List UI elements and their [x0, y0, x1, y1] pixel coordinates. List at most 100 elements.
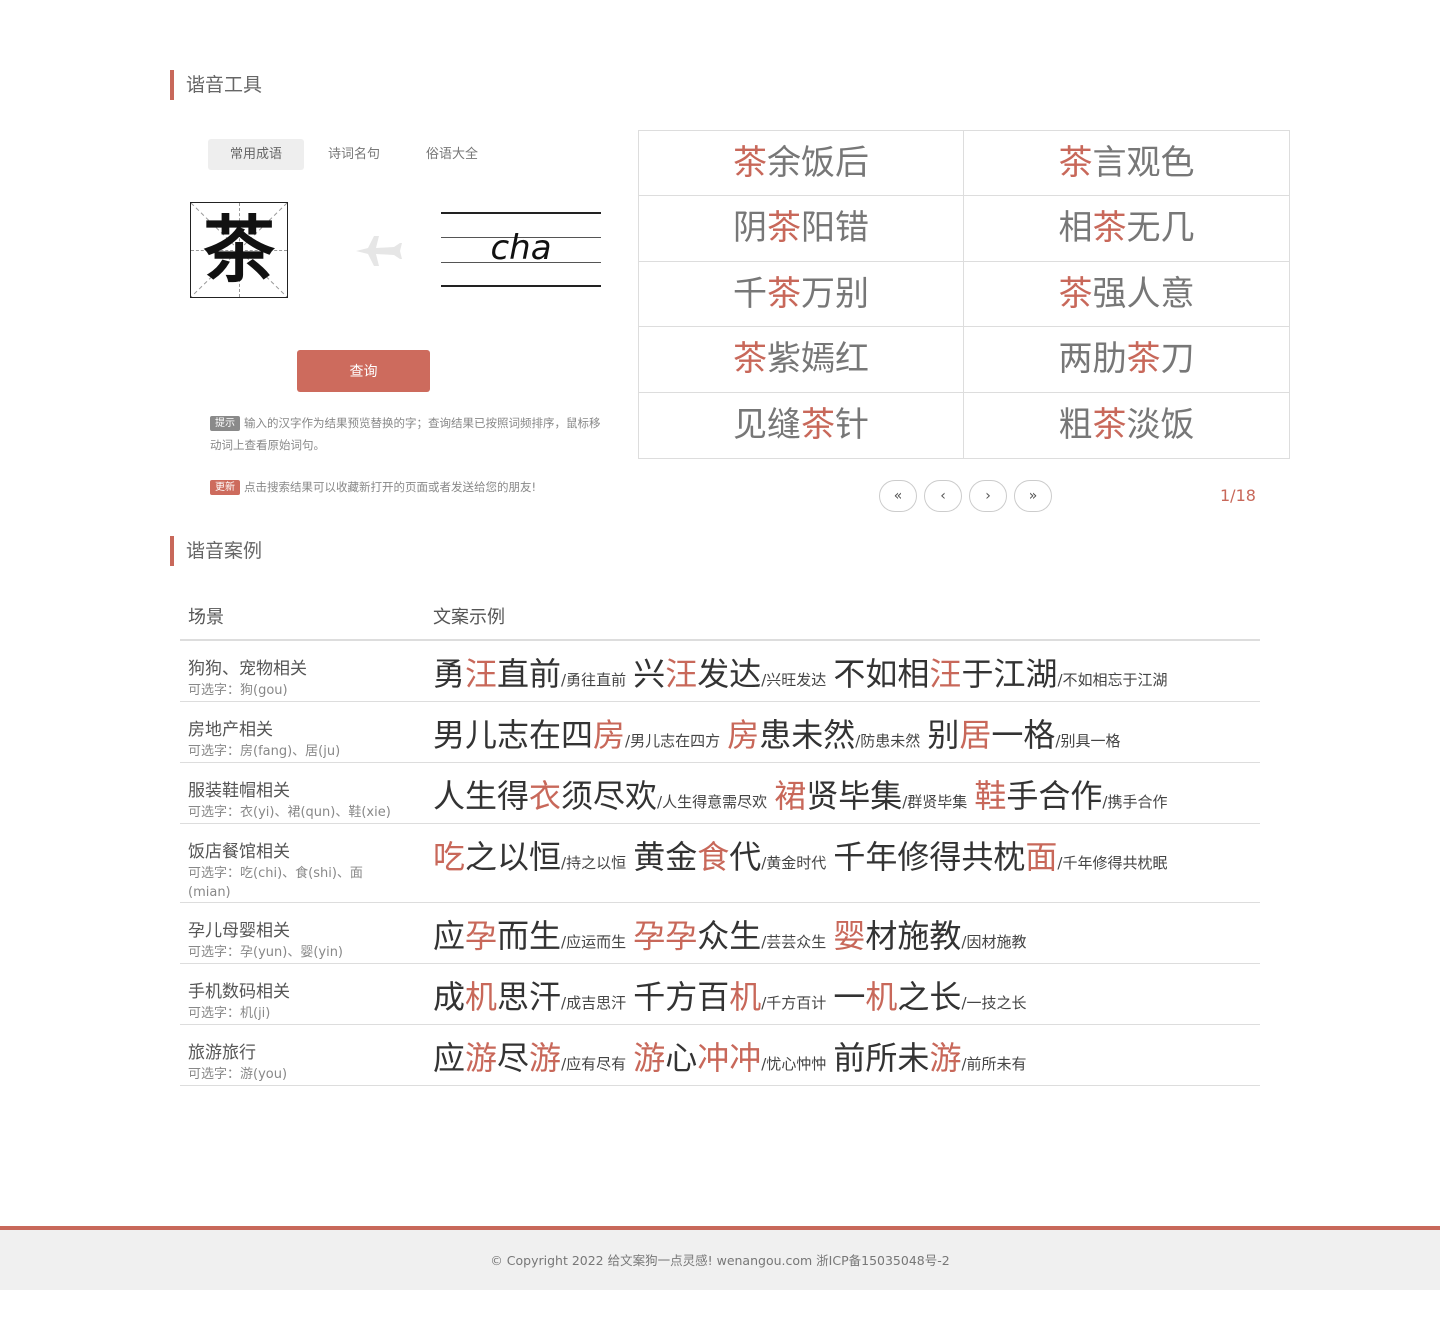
pun-example[interactable]: 一机之长/一技之长 — [833, 978, 1028, 1016]
original-phrase: /不如相忘于江湖 — [1057, 671, 1168, 689]
first-page-button[interactable]: « — [879, 480, 917, 512]
result-text: 淡饭 — [1126, 404, 1195, 445]
result-text: 强人意 — [1092, 273, 1195, 314]
original-phrase: /黄金时代 — [761, 854, 827, 872]
cases-body: 狗狗、宠物相关 可选字：狗(gou) 勇汪直前/勇往直前 兴汪发达/兴旺发达 不如相… — [180, 641, 1260, 1086]
original-phrase: /一技之长 — [961, 994, 1027, 1012]
result-highlight: 茶 — [767, 208, 801, 249]
next-page-button[interactable]: › — [969, 480, 1007, 512]
scene-name: 手机数码相关 — [188, 982, 290, 1002]
result-item[interactable]: 见缝茶针 — [639, 392, 964, 458]
scene-name: 旅游旅行 — [188, 1043, 256, 1063]
pun-example[interactable]: 男儿志在四房/男儿志在四方 — [433, 716, 722, 754]
pun-text: 代 — [729, 838, 762, 876]
pun-text: 患未然 — [759, 716, 856, 754]
result-item[interactable]: 茶余饭后 — [639, 131, 964, 197]
original-phrase: /成吉思汗 — [561, 994, 627, 1012]
result-item[interactable]: 两肋茶刀 — [964, 327, 1289, 393]
input-char-box[interactable]: 茶 — [190, 202, 288, 298]
pun-highlight: 机 — [729, 978, 762, 1016]
scene-name: 饭店餐馆相关 — [188, 842, 290, 862]
result-item[interactable]: 粗茶淡饭 — [964, 393, 1289, 458]
pun-text: 一格 — [991, 716, 1056, 754]
example-cell: 应游尽游/应有尽有 游心冲冲/忧心忡忡 前所未游/前所未有 — [433, 1025, 1260, 1085]
scene-column-header: 场景 — [188, 607, 224, 628]
pun-highlight: 机 — [865, 978, 898, 1016]
pun-highlight: 孕 — [465, 917, 498, 955]
pun-example[interactable]: 千方百机/千方百计 — [633, 978, 828, 1016]
pun-example[interactable]: 黄金食代/黄金时代 — [633, 838, 828, 876]
original-phrase: /男儿志在四方 — [625, 732, 721, 750]
pun-highlight: 孕孕 — [633, 917, 698, 955]
pun-highlight: 游 — [465, 1039, 498, 1077]
original-phrase: /持之以恒 — [561, 854, 627, 872]
pun-text: 发达 — [697, 655, 762, 693]
result-text: 相 — [1058, 208, 1093, 249]
pun-text: 之长 — [897, 978, 962, 1016]
result-text: 刀 — [1160, 339, 1195, 380]
scene-cell: 服装鞋帽相关 可选字：衣(yi)、裙(qun)、鞋(xie) — [180, 763, 433, 823]
result-highlight: 茶 — [733, 339, 767, 380]
original-phrase: /兴旺发达 — [761, 671, 827, 689]
pun-highlight: 汪 — [929, 655, 962, 693]
scene-cell: 旅游旅行 可选字：游(you) — [180, 1025, 433, 1085]
tab-common-idioms[interactable]: 常用成语 — [208, 139, 304, 170]
result-highlight: 茶 — [1058, 143, 1093, 183]
result-item[interactable]: 茶言观色 — [964, 131, 1289, 197]
pun-text: 直前 — [497, 655, 562, 693]
prev-page-button[interactable]: ‹ — [924, 480, 962, 512]
table-row: 孕儿母婴相关 可选字：孕(yun)、婴(yin) 应孕而生/应运而生 孕孕众生/芸芸… — [180, 903, 1260, 964]
pun-example[interactable]: 房患未然/防患未然 — [727, 716, 922, 754]
pun-example[interactable]: 鞋手合作/携手合作 — [974, 777, 1169, 815]
result-highlight: 茶 — [1058, 273, 1093, 314]
pun-example[interactable]: 应孕而生/应运而生 — [433, 917, 628, 955]
last-page-button[interactable]: » — [1014, 480, 1052, 512]
scene-options: 可选字：房(fang)、居(ju) — [188, 744, 341, 759]
pun-example[interactable]: 婴材施教/因材施教 — [833, 917, 1028, 955]
pun-example[interactable]: 应游尽游/应有尽有 — [433, 1039, 628, 1077]
pun-example[interactable]: 千年修得共枕面/千年修得共枕眠 — [833, 838, 1169, 876]
original-phrase: /芸芸众生 — [761, 933, 827, 951]
tab-poems[interactable]: 诗词名句 — [306, 139, 402, 170]
original-phrase: /忧心忡忡 — [761, 1055, 827, 1073]
scene-cell: 饭店餐馆相关可选字：吃(chi)、食(shi)、面(mian) — [180, 824, 433, 902]
cases-header: 场景 文案示例 — [180, 598, 1260, 641]
pun-highlight: 婴 — [833, 917, 866, 955]
pun-highlight: 房 — [593, 716, 626, 754]
category-tabs: 常用成语 诗词名句 俗语大全 — [208, 139, 502, 170]
pun-text: 贤毕集 — [806, 777, 903, 815]
pun-example[interactable]: 裙贤毕集/群贤毕集 — [774, 777, 969, 815]
pun-example[interactable]: 成机思汗/成吉思汗 — [433, 978, 628, 1016]
result-highlight: 茶 — [1092, 404, 1127, 445]
result-item[interactable]: 阴茶阳错 — [639, 196, 964, 262]
pun-example[interactable]: 勇汪直前/勇往直前 — [433, 655, 628, 693]
result-text: 粗 — [1058, 404, 1093, 445]
cases-table: 场景 文案示例 狗狗、宠物相关 可选字：狗(gou) 勇汪直前/勇往直前 兴汪发达/… — [180, 598, 1260, 1086]
original-phrase: /人生得意需尽欢 — [657, 793, 768, 811]
original-phrase: /群贤毕集 — [902, 793, 968, 811]
result-item[interactable]: 千茶万别 — [639, 261, 964, 328]
pun-example[interactable]: 兴汪发达/兴旺发达 — [633, 655, 828, 693]
query-button[interactable]: 查询 — [297, 350, 430, 392]
result-item[interactable]: 茶紫嫣红 — [639, 327, 964, 393]
result-item[interactable]: 相茶无几 — [964, 196, 1289, 262]
scene-options: 可选字：吃(chi)、食(shi)、面(mian) — [188, 866, 363, 900]
original-phrase: /勇往直前 — [561, 671, 627, 689]
tab-proverbs[interactable]: 俗语大全 — [404, 139, 500, 170]
pun-text: 男儿志在四 — [433, 716, 594, 754]
pun-example[interactable]: 人生得衣须尽欢/人生得意需尽欢 — [433, 777, 769, 815]
pun-example[interactable]: 吃之以恒/持之以恒 — [433, 838, 628, 876]
pun-example[interactable]: 别居一格/别具一格 — [927, 716, 1122, 754]
pun-example[interactable]: 游心冲冲/忧心忡忡 — [633, 1039, 828, 1077]
pun-example[interactable]: 孕孕众生/芸芸众生 — [633, 917, 828, 955]
pun-example[interactable]: 前所未游/前所未有 — [833, 1039, 1028, 1077]
result-item[interactable]: 茶强人意 — [964, 262, 1289, 328]
original-phrase: /别具一格 — [1055, 732, 1121, 750]
scene-options: 可选字：机(ji) — [188, 1006, 271, 1021]
pun-example[interactable]: 不如相汪于江湖/不如相忘于江湖 — [833, 655, 1169, 693]
example-cell: 男儿志在四房/男儿志在四方 房患未然/防患未然 别居一格/别具一格 — [433, 702, 1260, 762]
result-text: 见缝 — [733, 404, 801, 445]
pun-text: 一 — [833, 978, 866, 1016]
pinyin-text: cha — [490, 228, 552, 268]
original-phrase: /防患未然 — [855, 732, 921, 750]
